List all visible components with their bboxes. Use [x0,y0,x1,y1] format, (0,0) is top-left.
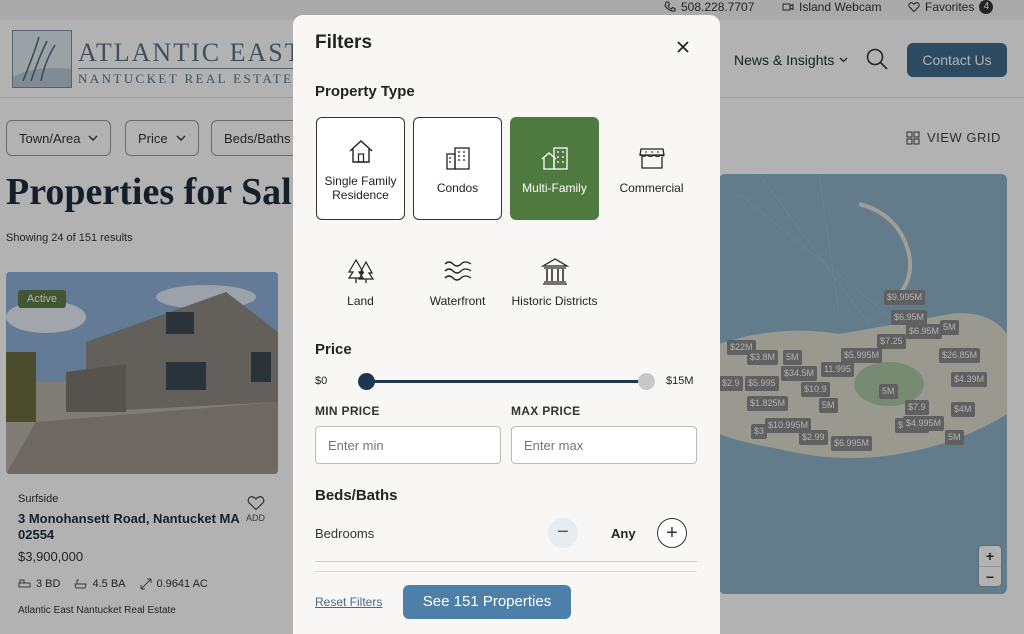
close-icon[interactable] [675,39,691,55]
min-price-input[interactable] [315,426,501,464]
type-label: Waterfront [429,293,486,308]
storefront-icon [638,147,665,169]
filters-modal: Filters Property Type Single Family Resi… [293,15,720,634]
trees-icon [347,258,374,283]
type-condos[interactable]: Condos [413,117,502,220]
type-label: Historic Districts [511,293,598,308]
type-label: Single Family Residence [324,173,397,202]
house-icon [349,139,372,163]
type-waterfront[interactable]: Waterfront [413,230,502,333]
price-slider-track[interactable] [367,380,647,383]
type-land[interactable]: Land [316,230,405,333]
divider [315,561,697,562]
price-heading: Price [315,341,352,358]
waves-icon [444,260,471,281]
price-range-max-label: $15M [666,375,694,387]
type-historic-districts[interactable]: Historic Districts [510,230,599,333]
building-icon [445,146,470,170]
property-type-heading: Property Type [315,83,415,100]
type-label: Land [347,293,374,308]
max-price-label: MAX PRICE [511,404,581,418]
historic-building-icon [540,257,569,285]
beds-baths-heading: Beds/Baths [315,487,398,504]
type-multi-family[interactable]: Multi-Family [510,117,599,220]
bedrooms-increment-button[interactable]: + [657,518,687,548]
bedrooms-value: Any [611,526,636,541]
modal-title: Filters [315,32,373,53]
bedrooms-label: Bedrooms [315,526,375,541]
divider [315,571,697,572]
bedrooms-decrement-button[interactable]: − [548,518,578,548]
type-single-family[interactable]: Single Family Residence [316,117,405,220]
max-price-input[interactable] [511,426,697,464]
min-price-label: MIN PRICE [315,404,380,418]
type-label: Multi-Family [522,180,587,195]
type-commercial[interactable]: Commercial [607,117,696,220]
type-label: Condos [436,180,479,195]
price-slider-min-handle[interactable] [358,373,375,390]
price-slider-max-handle[interactable] [638,373,655,390]
price-range-min-label: $0 [315,375,328,387]
reset-filters-link[interactable]: Reset Filters [315,595,382,609]
see-properties-button[interactable]: See 151 Properties [403,585,571,619]
type-label: Commercial [619,180,684,195]
multi-family-icon [541,146,568,170]
